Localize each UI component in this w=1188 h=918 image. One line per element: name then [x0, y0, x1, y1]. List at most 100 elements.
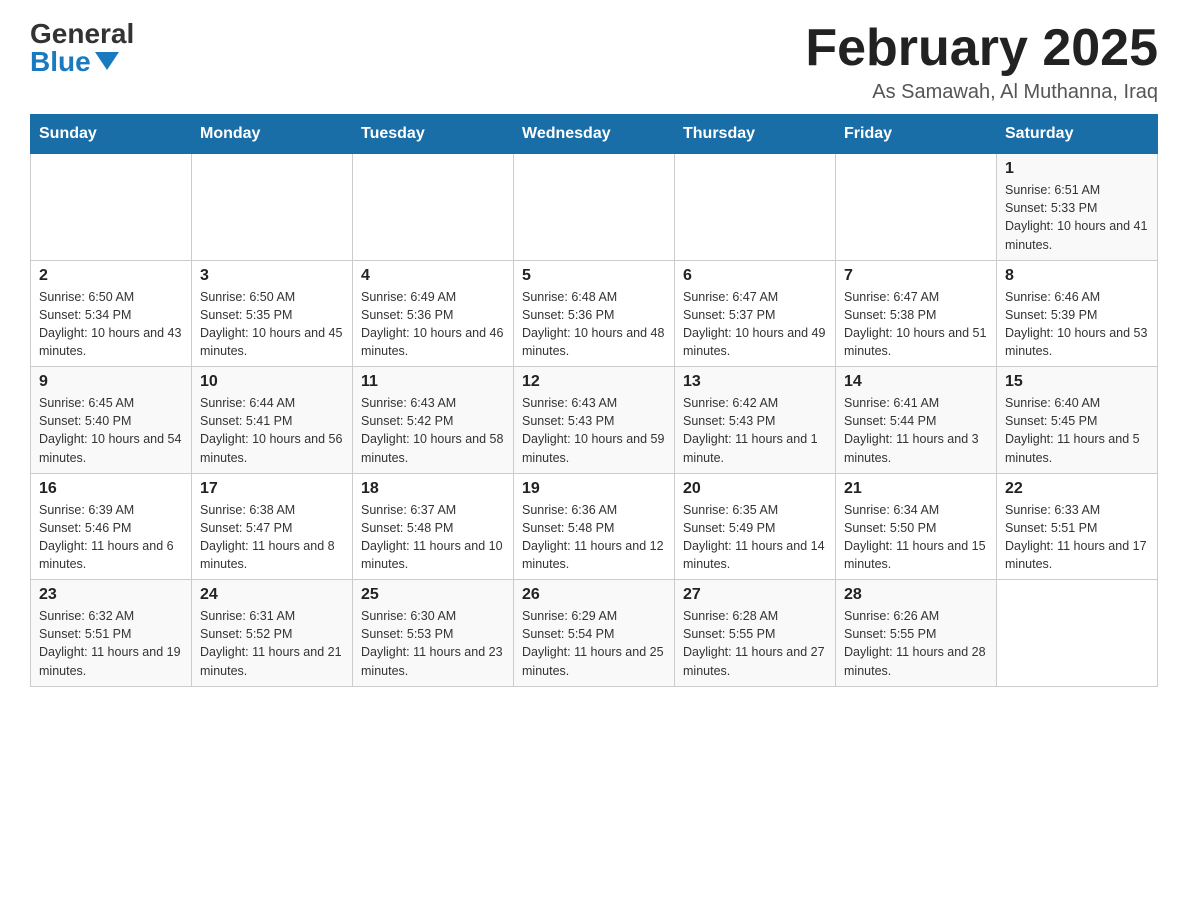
calendar-cell: 14Sunrise: 6:41 AM Sunset: 5:44 PM Dayli…: [836, 367, 997, 474]
day-number: 10: [200, 373, 344, 391]
calendar-cell: 21Sunrise: 6:34 AM Sunset: 5:50 PM Dayli…: [836, 473, 997, 580]
calendar-cell: 19Sunrise: 6:36 AM Sunset: 5:48 PM Dayli…: [514, 473, 675, 580]
calendar-cell: [836, 154, 997, 261]
logo-general-text: General: [30, 20, 134, 48]
day-info: Sunrise: 6:45 AM Sunset: 5:40 PM Dayligh…: [39, 394, 183, 467]
day-number: 24: [200, 586, 344, 604]
day-info: Sunrise: 6:42 AM Sunset: 5:43 PM Dayligh…: [683, 394, 827, 467]
calendar-week-row: 16 Sunrise: 6:39 AM Sunset: 5:46 PM Dayli…: [31, 473, 1158, 580]
month-title: February 2025: [805, 20, 1158, 77]
calendar-cell: [31, 154, 192, 261]
day-number: 13: [683, 373, 827, 391]
calendar-cell: 23 Sunrise: 6:32 AM Sunset: 5:51 PM Dayli…: [31, 580, 192, 687]
calendar-cell: 25 Sunrise: 6:30 AM Sunset: 5:53 PM Dayli…: [353, 580, 514, 687]
day-info: Sunrise: 6:50 AM Sunset: 5:34 PM Dayligh…: [39, 288, 183, 361]
day-info: Sunrise: 6:46 AM Sunset: 5:39 PM Dayligh…: [1005, 288, 1149, 361]
day-number: 9: [39, 373, 183, 391]
calendar-week-row: 23 Sunrise: 6:32 AM Sunset: 5:51 PM Dayli…: [31, 580, 1158, 687]
day-info: Sunrise: 6:29 AM Sunset: 5:54 PM Dayligh…: [522, 607, 666, 680]
calendar-cell: 26 Sunrise: 6:29 AM Sunset: 5:54 PM Dayli…: [514, 580, 675, 687]
day-info: Sunrise: 6:47 AM Sunset: 5:38 PM Dayligh…: [844, 288, 988, 361]
calendar-cell: 6Sunrise: 6:47 AM Sunset: 5:37 PM Daylig…: [675, 260, 836, 367]
day-number: 4: [361, 267, 505, 285]
title-section: February 2025 As Samawah, Al Muthanna, I…: [805, 20, 1158, 104]
weekday-header-thursday: Thursday: [675, 115, 836, 154]
day-number: 7: [844, 267, 988, 285]
calendar-cell: 1 Sunrise: 6:51 AM Sunset: 5:33 PM Daylig…: [997, 154, 1158, 261]
day-info: Sunrise: 6:30 AM Sunset: 5:53 PM Dayligh…: [361, 607, 505, 680]
calendar-week-row: 1 Sunrise: 6:51 AM Sunset: 5:33 PM Daylig…: [31, 154, 1158, 261]
day-info: Sunrise: 6:26 AM Sunset: 5:55 PM Dayligh…: [844, 607, 988, 680]
day-number: 3: [200, 267, 344, 285]
calendar-cell: 18Sunrise: 6:37 AM Sunset: 5:48 PM Dayli…: [353, 473, 514, 580]
calendar-cell: 10Sunrise: 6:44 AM Sunset: 5:41 PM Dayli…: [192, 367, 353, 474]
day-info: Sunrise: 6:41 AM Sunset: 5:44 PM Dayligh…: [844, 394, 988, 467]
calendar-cell: 4 Sunrise: 6:49 AM Sunset: 5:36 PM Daylig…: [353, 260, 514, 367]
calendar-cell: 5 Sunrise: 6:48 AM Sunset: 5:36 PM Daylig…: [514, 260, 675, 367]
calendar-week-row: 9 Sunrise: 6:45 AM Sunset: 5:40 PM Daylig…: [31, 367, 1158, 474]
weekday-header-monday: Monday: [192, 115, 353, 154]
weekday-header-row: SundayMondayTuesdayWednesdayThursdayFrid…: [31, 115, 1158, 154]
day-info: Sunrise: 6:32 AM Sunset: 5:51 PM Dayligh…: [39, 607, 183, 680]
calendar-cell: 20 Sunrise: 6:35 AM Sunset: 5:49 PM Dayli…: [675, 473, 836, 580]
day-number: 22: [1005, 480, 1149, 498]
calendar-cell: [353, 154, 514, 261]
day-number: 11: [361, 373, 505, 391]
logo-blue-text: Blue: [30, 48, 119, 76]
calendar-cell: 27Sunrise: 6:28 AM Sunset: 5:55 PM Dayli…: [675, 580, 836, 687]
calendar-cell: 3 Sunrise: 6:50 AM Sunset: 5:35 PM Daylig…: [192, 260, 353, 367]
calendar-cell: 7 Sunrise: 6:47 AM Sunset: 5:38 PM Daylig…: [836, 260, 997, 367]
day-number: 2: [39, 267, 183, 285]
logo: General Blue: [30, 20, 134, 76]
weekday-header-tuesday: Tuesday: [353, 115, 514, 154]
day-info: Sunrise: 6:28 AM Sunset: 5:55 PM Dayligh…: [683, 607, 827, 680]
day-info: Sunrise: 6:50 AM Sunset: 5:35 PM Dayligh…: [200, 288, 344, 361]
day-number: 26: [522, 586, 666, 604]
day-number: 8: [1005, 267, 1149, 285]
calendar-cell: 15 Sunrise: 6:40 AM Sunset: 5:45 PM Dayli…: [997, 367, 1158, 474]
calendar-cell: 2 Sunrise: 6:50 AM Sunset: 5:34 PM Daylig…: [31, 260, 192, 367]
day-info: Sunrise: 6:33 AM Sunset: 5:51 PM Dayligh…: [1005, 501, 1149, 574]
calendar-cell: 24 Sunrise: 6:31 AM Sunset: 5:52 PM Dayli…: [192, 580, 353, 687]
day-info: Sunrise: 6:37 AM Sunset: 5:48 PM Dayligh…: [361, 501, 505, 574]
day-number: 12: [522, 373, 666, 391]
weekday-header-sunday: Sunday: [31, 115, 192, 154]
day-info: Sunrise: 6:31 AM Sunset: 5:52 PM Dayligh…: [200, 607, 344, 680]
calendar-cell: 11 Sunrise: 6:43 AM Sunset: 5:42 PM Dayli…: [353, 367, 514, 474]
day-number: 1: [1005, 160, 1149, 178]
calendar-cell: 16 Sunrise: 6:39 AM Sunset: 5:46 PM Dayli…: [31, 473, 192, 580]
calendar-week-row: 2 Sunrise: 6:50 AM Sunset: 5:34 PM Daylig…: [31, 260, 1158, 367]
day-info: Sunrise: 6:39 AM Sunset: 5:46 PM Dayligh…: [39, 501, 183, 574]
calendar-cell: [514, 154, 675, 261]
weekday-header-saturday: Saturday: [997, 115, 1158, 154]
day-info: Sunrise: 6:51 AM Sunset: 5:33 PM Dayligh…: [1005, 181, 1149, 254]
calendar-cell: [997, 580, 1158, 687]
weekday-header-wednesday: Wednesday: [514, 115, 675, 154]
day-number: 20: [683, 480, 827, 498]
day-info: Sunrise: 6:43 AM Sunset: 5:43 PM Dayligh…: [522, 394, 666, 467]
day-info: Sunrise: 6:48 AM Sunset: 5:36 PM Dayligh…: [522, 288, 666, 361]
calendar-cell: 9 Sunrise: 6:45 AM Sunset: 5:40 PM Daylig…: [31, 367, 192, 474]
day-info: Sunrise: 6:38 AM Sunset: 5:47 PM Dayligh…: [200, 501, 344, 574]
calendar-cell: [192, 154, 353, 261]
day-number: 23: [39, 586, 183, 604]
day-number: 16: [39, 480, 183, 498]
calendar-cell: 8 Sunrise: 6:46 AM Sunset: 5:39 PM Daylig…: [997, 260, 1158, 367]
day-number: 17: [200, 480, 344, 498]
day-number: 21: [844, 480, 988, 498]
day-info: Sunrise: 6:35 AM Sunset: 5:49 PM Dayligh…: [683, 501, 827, 574]
day-info: Sunrise: 6:36 AM Sunset: 5:48 PM Dayligh…: [522, 501, 666, 574]
day-number: 25: [361, 586, 505, 604]
day-number: 5: [522, 267, 666, 285]
day-info: Sunrise: 6:49 AM Sunset: 5:36 PM Dayligh…: [361, 288, 505, 361]
weekday-header-friday: Friday: [836, 115, 997, 154]
day-info: Sunrise: 6:40 AM Sunset: 5:45 PM Dayligh…: [1005, 394, 1149, 467]
day-number: 6: [683, 267, 827, 285]
day-number: 28: [844, 586, 988, 604]
logo-triangle-icon: [95, 52, 119, 70]
day-info: Sunrise: 6:43 AM Sunset: 5:42 PM Dayligh…: [361, 394, 505, 467]
page-header: General Blue February 2025 As Samawah, A…: [30, 20, 1158, 104]
calendar-cell: 28 Sunrise: 6:26 AM Sunset: 5:55 PM Dayli…: [836, 580, 997, 687]
calendar-cell: 13 Sunrise: 6:42 AM Sunset: 5:43 PM Dayli…: [675, 367, 836, 474]
day-number: 15: [1005, 373, 1149, 391]
